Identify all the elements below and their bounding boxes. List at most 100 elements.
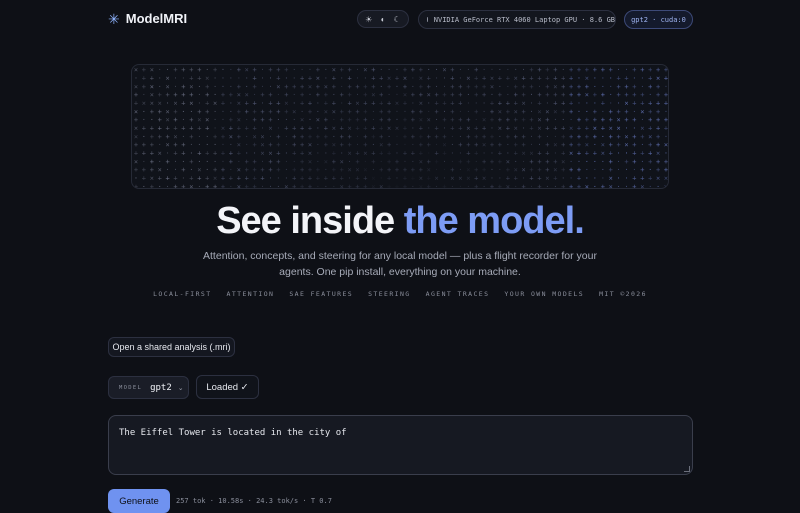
grid-glyph: + — [371, 75, 375, 83]
grid-glyph: · — [276, 116, 280, 124]
loaded-status-button[interactable]: Loaded ✓ — [196, 375, 259, 399]
grid-glyph: × — [506, 158, 510, 166]
grid-glyph: · — [284, 175, 288, 183]
grid-glyph: · — [379, 66, 383, 74]
grid-glyph: + — [252, 100, 256, 108]
grid-glyph: · — [490, 175, 494, 183]
grid-glyph: + — [308, 166, 312, 174]
grid-glyph: + — [347, 133, 351, 141]
grid-glyph: + — [537, 100, 541, 108]
grid-glyph: + — [340, 175, 344, 183]
top-bar: ✳ ModelMRI ☀ ◐ ☾ NVIDIA GeForce RTX 4060… — [0, 0, 800, 38]
grid-glyph: × — [624, 100, 628, 108]
grid-glyph: × — [458, 175, 462, 183]
grid-glyph: × — [245, 66, 249, 74]
model-select[interactable]: MODEL gpt2 ⌄ — [108, 376, 189, 399]
grid-glyph: · — [458, 75, 462, 83]
grid-glyph: × — [640, 125, 644, 133]
grid-glyph: + — [300, 141, 304, 149]
grid-glyph: + — [142, 150, 146, 158]
grid-glyph: × — [553, 166, 557, 174]
open-shared-analysis-button[interactable]: Open a shared analysis (.mri) — [108, 337, 235, 357]
grid-glyph: · — [577, 108, 581, 116]
grid-glyph: + — [173, 66, 177, 74]
grid-glyph: + — [158, 175, 162, 183]
grid-glyph: + — [656, 125, 660, 133]
grid-glyph: + — [521, 141, 525, 149]
grid-glyph: + — [529, 166, 533, 174]
grid-glyph: + — [514, 133, 518, 141]
sun-icon[interactable]: ☀ — [365, 15, 372, 24]
grid-glyph: + — [355, 150, 359, 158]
grid-glyph: + — [577, 175, 581, 183]
grid-glyph: · — [664, 83, 668, 91]
grid-glyph: · — [411, 141, 415, 149]
half-moon-icon[interactable]: ◐ — [381, 15, 386, 24]
grid-glyph: · — [593, 166, 597, 174]
grid-glyph: · — [276, 91, 280, 99]
grid-glyph: × — [553, 83, 557, 91]
grid-glyph: + — [648, 158, 652, 166]
grid-glyph: · — [601, 166, 605, 174]
grid-glyph: × — [260, 141, 264, 149]
grid-glyph: × — [173, 133, 177, 141]
model-device-pill[interactable]: gpt2 · cuda:0 — [624, 10, 693, 29]
asterisk-icon: ✳ — [108, 10, 120, 27]
grid-glyph: + — [268, 108, 272, 116]
grid-glyph: · — [624, 166, 628, 174]
grid-glyph: + — [395, 166, 399, 174]
grid-glyph: + — [221, 133, 225, 141]
resize-handle-icon[interactable] — [684, 466, 690, 472]
grid-glyph: · — [316, 158, 320, 166]
grid-glyph: + — [300, 83, 304, 91]
grid-glyph: + — [142, 66, 146, 74]
grid-glyph: · — [308, 116, 312, 124]
grid-glyph: + — [150, 133, 154, 141]
grid-glyph: + — [205, 175, 209, 183]
attention-visualization: × + × · · + + + + · + · · + × + · + + + · · · + · × + + · × + · · · + + + · · ×… — [131, 64, 669, 189]
grid-glyph: · — [189, 108, 193, 116]
grid-glyph: · — [229, 83, 233, 91]
grid-glyph: · — [340, 83, 344, 91]
grid-glyph: + — [252, 125, 256, 133]
grid-glyph: + — [545, 150, 549, 158]
moon-icon[interactable]: ☾ — [394, 15, 401, 24]
grid-glyph: + — [221, 183, 225, 189]
grid-glyph: × — [466, 75, 470, 83]
grid-glyph: + — [569, 183, 573, 189]
grid-glyph: × — [387, 125, 391, 133]
grid-glyph: + — [379, 150, 383, 158]
grid-glyph: · — [632, 75, 636, 83]
grid-glyph: + — [403, 116, 407, 124]
grid-glyph: · — [411, 158, 415, 166]
grid-glyph: · — [482, 100, 486, 108]
grid-glyph: · — [482, 183, 486, 189]
grid-glyph: · — [165, 100, 169, 108]
grid-glyph: · — [165, 150, 169, 158]
grid-glyph: + — [656, 83, 660, 91]
grid-glyph: + — [664, 66, 668, 74]
grid-glyph: · — [450, 183, 454, 189]
grid-glyph: · — [379, 175, 383, 183]
generate-button[interactable]: Generate — [108, 489, 170, 513]
grid-glyph: × — [482, 175, 486, 183]
grid-glyph: · — [529, 141, 533, 149]
grid-glyph: · — [490, 150, 494, 158]
brand[interactable]: ✳ ModelMRI — [108, 11, 187, 26]
prompt-input[interactable]: The Eiffel Tower is located in the city … — [108, 415, 693, 475]
grid-glyph: + — [529, 116, 533, 124]
grid-glyph: + — [593, 66, 597, 74]
grid-glyph: + — [237, 150, 241, 158]
grid-glyph: · — [601, 133, 605, 141]
grid-glyph: + — [490, 141, 494, 149]
grid-glyph: + — [474, 166, 478, 174]
grid-glyph: · — [324, 183, 328, 189]
grid-glyph: + — [355, 175, 359, 183]
grid-glyph: × — [347, 166, 351, 174]
grid-glyph: + — [434, 100, 438, 108]
grid-glyph: · — [371, 108, 375, 116]
grid-glyph: + — [585, 83, 589, 91]
grid-glyph: × — [656, 75, 660, 83]
grid-glyph: + — [403, 133, 407, 141]
grid-glyph: × — [197, 166, 201, 174]
